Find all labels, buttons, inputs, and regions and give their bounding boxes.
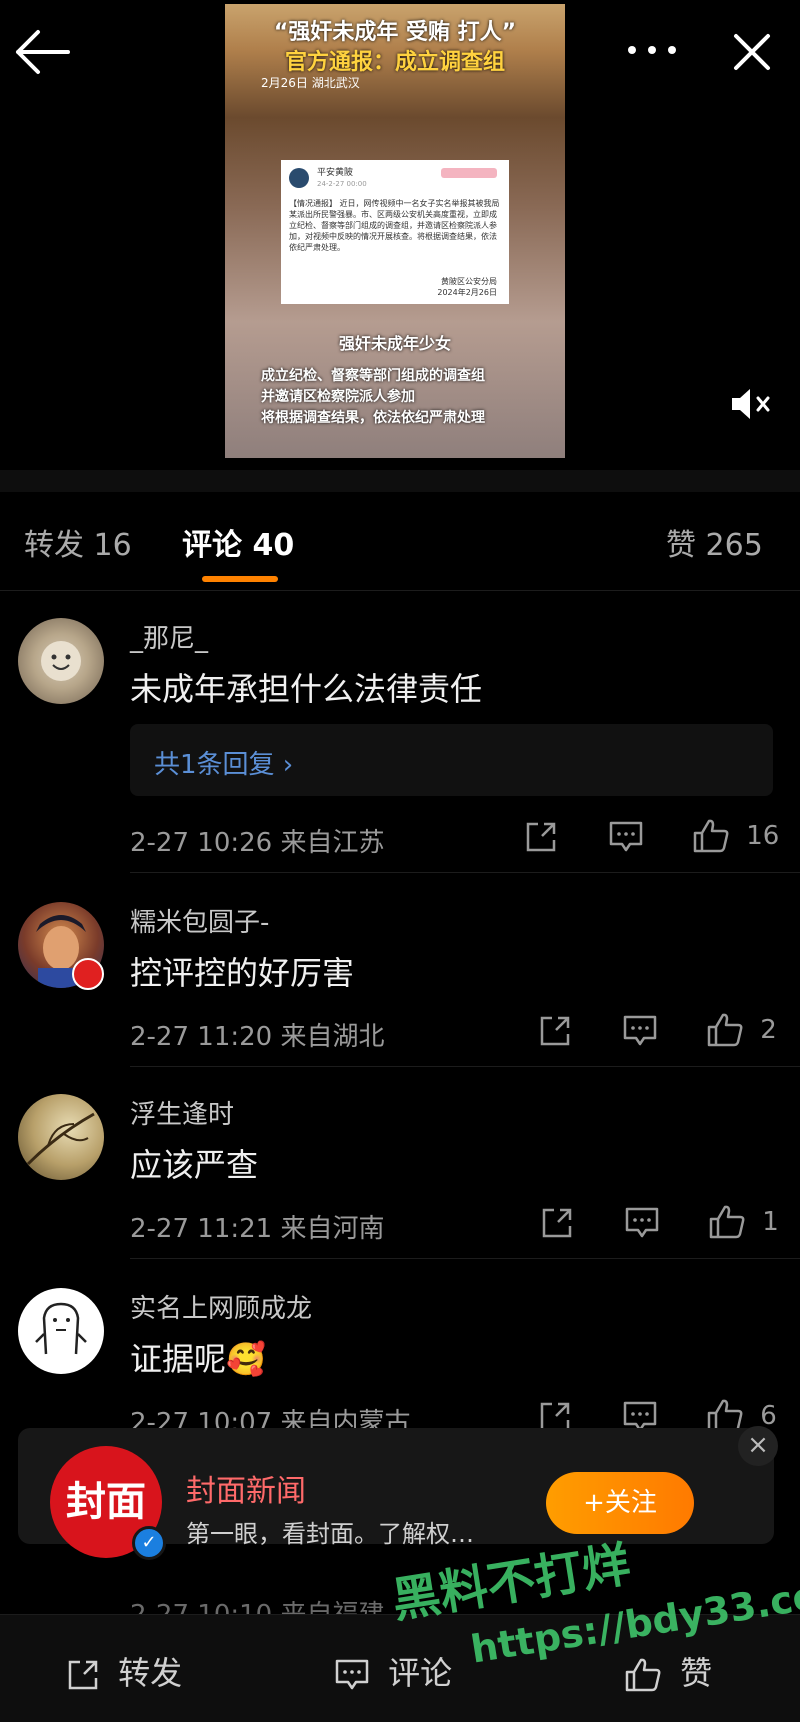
bottom-repost-button[interactable]: 转发 <box>66 1648 182 1694</box>
like-button[interactable]: 2 <box>706 1012 777 1048</box>
comment-username[interactable]: _那尼_ <box>130 618 208 655</box>
active-tab-indicator <box>202 576 278 582</box>
branch-avatar-icon <box>26 1112 95 1166</box>
share-button[interactable] <box>540 1206 574 1247</box>
share-icon <box>526 822 556 852</box>
more-button[interactable] <box>624 42 680 62</box>
reply-button[interactable] <box>622 1014 658 1055</box>
police-notice-image: 平安黄陂 24-2-27 00:00 【情况通报】 近日，网传视频中一名女子实名… <box>281 160 509 304</box>
comment-meta: 2-27 10:26 来自江苏 <box>130 828 385 858</box>
banner-close-icon[interactable]: × <box>738 1426 778 1466</box>
notice-account: 平安黄陂 24-2-27 00:00 <box>317 168 367 188</box>
comment-text: 应该严查 <box>130 1146 259 1184</box>
notice-avatar <box>289 168 309 188</box>
follow-button[interactable]: +关注 <box>546 1472 694 1534</box>
reply-button[interactable] <box>608 820 644 861</box>
doodle-avatar-icon <box>35 1302 87 1355</box>
bottom-repost-label: 转发 <box>118 1654 183 1692</box>
share-icon <box>542 1208 572 1238</box>
section-divider <box>0 470 800 492</box>
avatar[interactable] <box>18 1288 104 1374</box>
comment-username[interactable]: 浮生逢时 <box>130 1094 234 1131</box>
reply-button[interactable] <box>624 1206 660 1247</box>
video-subheadline: 官方通报：成立调查组 <box>284 50 505 75</box>
more-dots-icon <box>628 46 676 54</box>
avatar[interactable] <box>18 618 104 704</box>
tabs-divider <box>0 590 800 591</box>
like-button[interactable]: 1 <box>708 1204 779 1240</box>
like-button[interactable]: 16 <box>692 818 779 854</box>
smiley-avatar-icon <box>41 641 81 681</box>
comment-divider <box>130 1258 800 1259</box>
share-button[interactable] <box>538 1014 572 1055</box>
comment-icon <box>609 821 643 852</box>
comment-meta: 2-27 11:21 来自河南 <box>130 1214 385 1244</box>
comment-username[interactable]: 糯米包圆子- <box>130 902 269 939</box>
back-arrow-icon <box>16 30 70 74</box>
comment-icon <box>335 1659 369 1690</box>
bottom-like-label: 赞 <box>680 1654 713 1692</box>
share-icon <box>68 1660 98 1690</box>
tab-comments[interactable]: 评论 40 <box>182 520 294 564</box>
video-date-location: 2月26日 湖北武汉 <box>261 76 360 90</box>
like-count: 2 <box>760 1014 777 1045</box>
comment-divider <box>130 872 800 873</box>
notice-body: 【情况通报】 近日，网传视频中一名女子实名举报其被我局某派出所民警强暴。市、区两… <box>289 199 500 252</box>
account-name[interactable]: 封面新闻 <box>186 1466 306 1510</box>
comment-icon <box>623 1015 657 1046</box>
back-button[interactable] <box>12 28 70 80</box>
reply-box[interactable]: 共1条回复 › <box>130 724 773 796</box>
mute-button[interactable] <box>728 384 776 428</box>
video-thumbnail[interactable]: “强奸未成年 受贿 打人” 官方通报：成立调查组 2月26日 湖北武汉 平安黄陂… <box>225 4 565 458</box>
like-count: 16 <box>746 820 780 851</box>
comment-text: 证据呢🥰 <box>130 1340 266 1378</box>
view-replies-link[interactable]: 共1条回复 › <box>154 744 293 781</box>
comment-divider <box>130 1066 800 1067</box>
thumbs-up-icon <box>709 1205 745 1239</box>
avatar[interactable] <box>18 1094 104 1180</box>
thumbs-up-icon <box>625 1658 661 1692</box>
close-button[interactable] <box>732 32 772 76</box>
comment-text: 未成年承担什么法律责任 <box>130 670 483 708</box>
like-count: 1 <box>762 1206 779 1237</box>
vip-badge-icon <box>72 958 104 990</box>
bottom-like-button[interactable]: 赞 <box>624 1648 712 1694</box>
thumbs-up-icon <box>693 819 729 853</box>
video-caption-main: 强奸未成年少女 <box>338 334 451 353</box>
notice-signature: 黄陂区公安分局 2024年2月26日 <box>437 277 497 297</box>
video-headline: “强奸未成年 受贿 打人” <box>273 20 517 45</box>
tab-likes[interactable]: 赞 265 <box>666 520 763 564</box>
account-description: 第一眼，看封面。了解权… <box>186 1520 474 1548</box>
blurred-text <box>441 168 497 178</box>
share-button[interactable] <box>524 820 558 861</box>
comment-username[interactable]: 实名上网顾成龙 <box>130 1288 312 1325</box>
thumbs-up-icon <box>707 1013 743 1047</box>
video-caption-lines: 成立纪检、督察等部门组成的调查组 并邀请区检察院派人参加 将根据调查结果，依法依… <box>261 368 485 426</box>
close-icon <box>734 34 770 70</box>
share-icon <box>540 1016 570 1046</box>
speaker-muted-icon <box>732 389 770 419</box>
comment-icon <box>625 1207 659 1238</box>
verified-icon: ✓ <box>132 1526 166 1560</box>
comment-text: 控评控的好厉害 <box>130 954 355 992</box>
comment-meta: 2-27 11:20 来自湖北 <box>130 1022 385 1052</box>
tab-repost[interactable]: 转发 16 <box>24 520 132 564</box>
